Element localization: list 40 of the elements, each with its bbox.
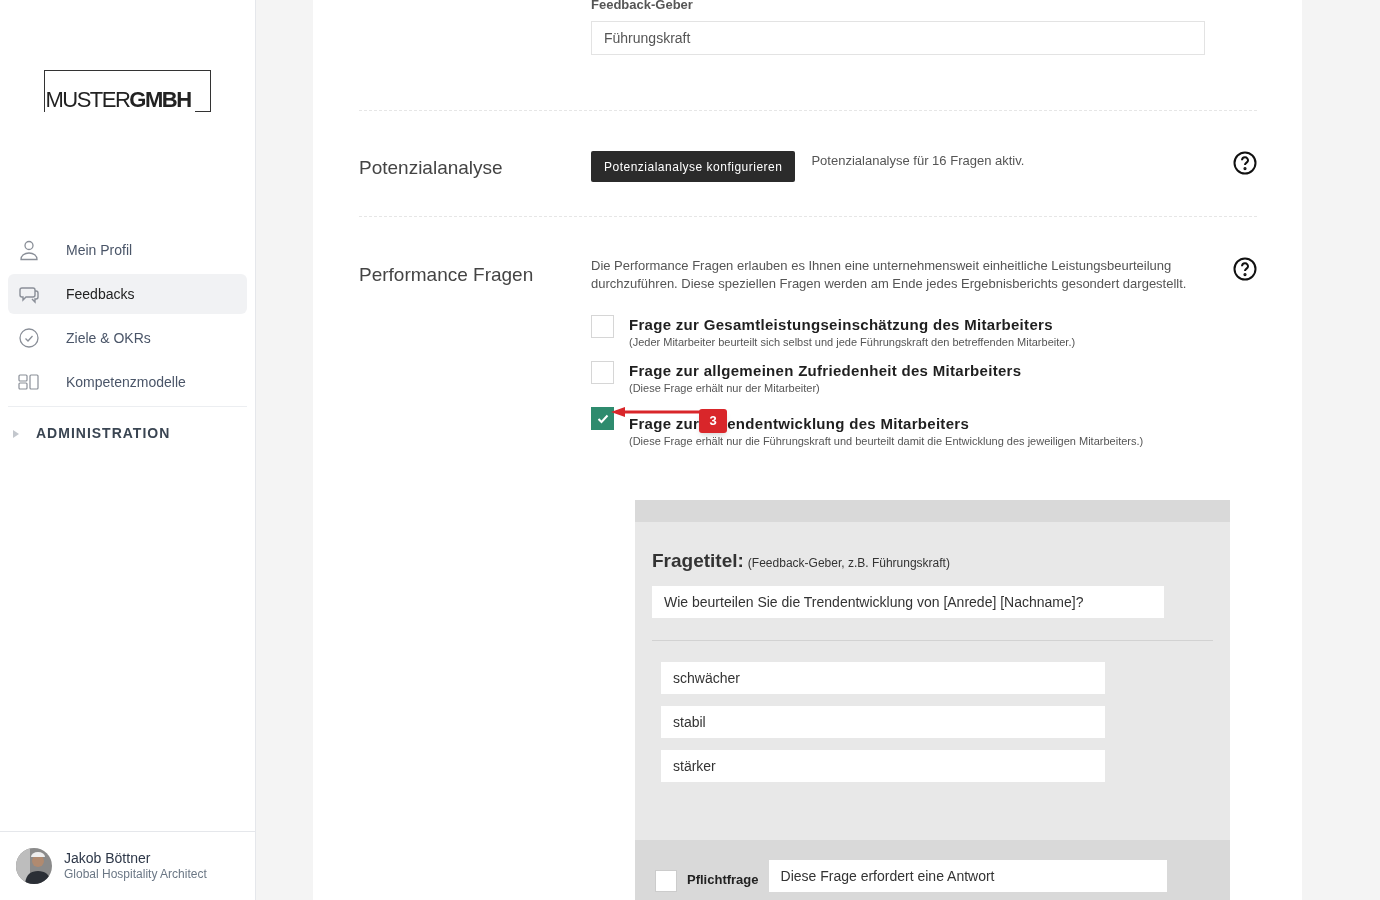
field-label: Feedback-Geber bbox=[591, 0, 694, 14]
status-text: Potenzialanalyse für 16 Fragen aktiv. bbox=[811, 152, 1026, 170]
editor-hint: (Feedback-Geber, z.B. Führungskraft) bbox=[747, 555, 950, 572]
nav-item[interactable]: Ziele & OKRs bbox=[8, 318, 247, 358]
question-note: (Jeder Mitarbeiter beurteilt sich selbst und jede Führungskraft den betreffenden Mitarbeiter.) bbox=[629, 335, 1076, 349]
required-label: Pflichtfrage bbox=[687, 871, 759, 889]
answer-option-field[interactable]: stabil bbox=[661, 705, 1105, 738]
editor-heading: Fragetitel: bbox=[652, 549, 744, 573]
feedback-giver-field[interactable]: Führungskraft bbox=[591, 21, 1205, 55]
caret-icon bbox=[12, 429, 20, 438]
checkbox[interactable] bbox=[591, 407, 614, 430]
required-message-field[interactable]: Diese Frage erfordert eine Antwort bbox=[768, 860, 1167, 892]
user-icon bbox=[18, 239, 40, 261]
user-name: Jakob Böttner bbox=[64, 849, 152, 868]
check-circle-icon bbox=[18, 327, 40, 349]
logo: MUSTERGMBH bbox=[44, 70, 211, 112]
blocks-icon bbox=[18, 371, 40, 393]
question-title: Frage zur bbox=[629, 413, 700, 434]
nav-item[interactable]: Kompetenzmodelle bbox=[8, 362, 247, 402]
section-label: Performance Fragen bbox=[359, 263, 535, 287]
answer-option-field[interactable]: stärker bbox=[661, 749, 1105, 782]
check-icon bbox=[596, 413, 609, 424]
description-text: Die Performance Fragen erlauben es Ihnen eine unternehmensweit einheitliche Leistungsbeurteilung durchzuführen. Diese speziellen Fragen werden am Ende jedes Ergebnisberichts gesondert dargestellt. bbox=[591, 257, 1188, 293]
question-title: Frage zur allgemeinen Zufriedenheit des Mitarbeiters bbox=[629, 360, 1022, 381]
checkbox[interactable] bbox=[655, 870, 677, 892]
annotation-badge: 3 bbox=[699, 409, 728, 433]
help-icon[interactable] bbox=[1233, 257, 1257, 281]
question-note: (Diese Frage erhält nur die Führungskraft und beurteilt damit die Entwicklung des jeweiligen Mitarbeiters.) bbox=[629, 434, 1144, 448]
section-toggle[interactable]: ADMINISTRATION bbox=[0, 423, 255, 444]
section-label: Potenzialanalyse bbox=[359, 156, 504, 180]
question-note: (Diese Frage erhält nur der Mitarbeiter) bbox=[629, 381, 821, 395]
answer-option-field[interactable]: schwächer bbox=[661, 661, 1105, 694]
configure-button[interactable]: Potenzialanalyse konfigurieren bbox=[591, 151, 796, 182]
question-title: endentwicklung des Mitarbeiters bbox=[727, 413, 970, 434]
question-title-field[interactable]: Wie beurteilen Sie die Trendentwicklung von [Anrede] [Nachname]? bbox=[652, 585, 1164, 618]
nav-item[interactable]: Mein Profil bbox=[8, 230, 247, 270]
nav-item[interactable]: Feedbacks bbox=[8, 274, 247, 314]
user-role: Global Hospitality Architect bbox=[64, 867, 207, 883]
question-title: Frage zur Gesamtleistungseinschätzung des Mitarbeiters bbox=[629, 314, 1053, 335]
help-icon[interactable] bbox=[1233, 151, 1257, 175]
